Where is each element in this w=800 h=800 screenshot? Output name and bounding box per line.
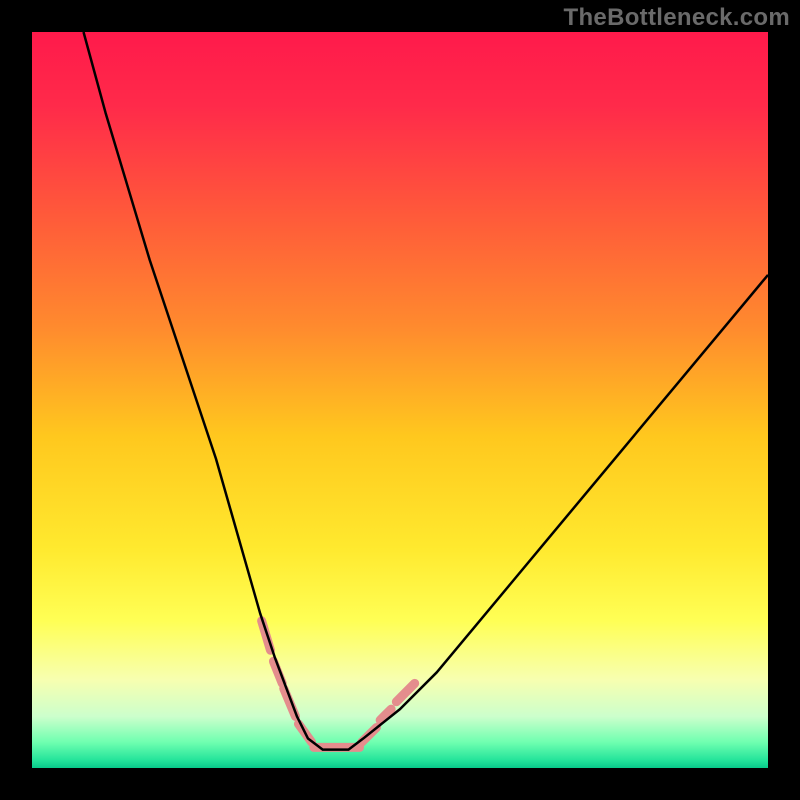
chart-frame: TheBottleneck.com (0, 0, 800, 800)
gradient-background (32, 32, 768, 768)
chart-svg (32, 32, 768, 768)
watermark-text: TheBottleneck.com (564, 4, 790, 32)
plot-area (32, 32, 768, 768)
